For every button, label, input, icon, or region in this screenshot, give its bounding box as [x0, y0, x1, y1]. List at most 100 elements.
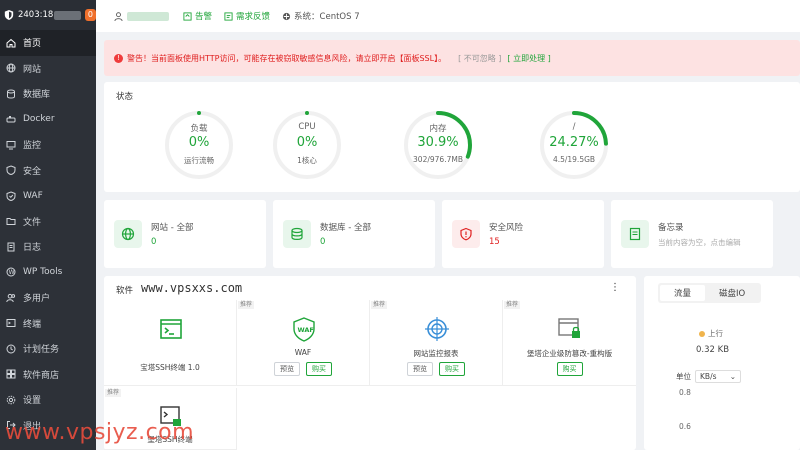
ip-redaction	[54, 10, 81, 20]
database-icon	[6, 89, 16, 99]
software-buttons: 预览 购买	[370, 362, 502, 376]
software-title: 软件	[116, 286, 134, 296]
gauge-2[interactable]: 内存 30.9% 302/976.7MB	[401, 108, 475, 182]
sidebar-item-7[interactable]: 文件	[0, 209, 96, 235]
top-bar: 告警 需求反馈 系统：CentOS 7	[96, 0, 800, 32]
gauge-value: 0%	[188, 135, 210, 150]
overview-value: 0	[151, 237, 157, 247]
alert-message: 警告！当前面板使用HTTP访问，可能存在被窃取敏感信息风险，请立即开启【面板SS…	[127, 53, 447, 63]
monitor-icon	[6, 140, 16, 150]
gauge-3[interactable]: / 24.27% 4.5/19.5GB	[537, 108, 611, 182]
http-warning-alert: ! 警告！当前面板使用HTTP访问，可能存在被窃取敏感信息风险，请立即开启【面板…	[104, 40, 800, 76]
sidebar-item-3[interactable]: Docker	[0, 107, 96, 133]
system-icon	[282, 12, 291, 20]
fix-now-link[interactable]: [ 立即处理 ]	[507, 53, 550, 64]
sidebar-item-label: 多用户	[23, 294, 51, 305]
recommend-tag: 推荐	[238, 301, 255, 309]
overview-tile-0[interactable]: 网站 - 全部 0	[104, 200, 266, 268]
software-item-0[interactable]: 宝塔SSH终端 1.0	[104, 300, 237, 386]
sidebar-header: 2403:18 0	[0, 0, 96, 30]
sidebar-item-8[interactable]: 日志	[0, 234, 96, 260]
axis-label: 0.8	[679, 388, 691, 397]
sidebar-item-5[interactable]: 安全	[0, 158, 96, 184]
globe-icon	[6, 63, 16, 73]
notification-badge[interactable]: 0	[84, 9, 96, 21]
overview-tile-2[interactable]: 安全风险 15	[442, 200, 604, 268]
legend-label: 上行	[708, 329, 723, 338]
system-info: 系统：CentOS 7	[282, 10, 360, 22]
sidebar-item-4[interactable]: 监控	[0, 132, 96, 158]
system-label: 系统：CentOS 7	[294, 12, 360, 22]
tab-traffic[interactable]: 流量	[660, 285, 706, 301]
waf-icon	[6, 191, 16, 201]
gauge-sub: 运行流畅	[184, 156, 214, 165]
docker-icon	[6, 114, 16, 124]
gauge-value: 24.27%	[549, 135, 599, 150]
software-icon	[558, 318, 580, 338]
alarm-label: 告警	[195, 12, 213, 22]
gauge-1[interactable]: CPU 0% 1核心	[270, 108, 344, 182]
sidebar-item-label: Docker	[23, 114, 55, 125]
tab-disk-io[interactable]: 磁盘IO	[705, 285, 759, 301]
sidebar-item-label: WP Tools	[23, 267, 63, 278]
overview-label: 备忘录	[658, 223, 684, 233]
software-buttons: 购买	[503, 362, 636, 376]
sidebar-item-2[interactable]: 数据库	[0, 81, 96, 107]
unit-select[interactable]: KB/s ⌄	[695, 370, 741, 383]
folder-icon	[6, 216, 16, 226]
globe-icon	[114, 220, 142, 248]
sidebar-item-13[interactable]: 软件商店	[0, 362, 96, 388]
unit-row: 单位 KB/s ⌄	[676, 370, 741, 383]
overview-label: 安全风险	[489, 223, 524, 233]
sidebar-item-label: 监控	[23, 141, 42, 152]
sidebar-item-label: 首页	[23, 39, 42, 50]
clock-icon	[6, 344, 16, 354]
alarm-link[interactable]: 告警	[183, 10, 212, 22]
buy-button[interactable]: 购买	[306, 362, 332, 376]
sidebar-item-11[interactable]: 终端	[0, 311, 96, 337]
sidebar-item-14[interactable]: 设置	[0, 387, 96, 413]
software-name: 宝塔SSH终端 1.0	[140, 363, 200, 372]
log-icon	[6, 242, 16, 252]
shield-alert-icon	[452, 220, 480, 248]
sidebar-item-10[interactable]: 多用户	[0, 285, 96, 311]
database-icon	[283, 220, 311, 248]
software-item-1[interactable]: 推荐 WAF WAF 预览 购买	[237, 300, 370, 386]
overview-tile-3[interactable]: 备忘录当前内容为空，点击编辑	[611, 200, 773, 268]
software-name: 堡塔企业级防篡改-重构版	[526, 349, 613, 358]
software-item-3[interactable]: 推荐 堡塔企业级防篡改-重构版 购买	[503, 300, 636, 386]
sidebar-item-9[interactable]: W WP Tools	[0, 260, 96, 286]
sidebar-item-label: 设置	[23, 396, 42, 407]
software-item-2[interactable]: 推荐 网站监控报表 预览 购买	[370, 300, 503, 386]
svg-text:WAF: WAF	[298, 326, 314, 334]
sidebar-item-label: 数据库	[23, 90, 51, 101]
buy-button[interactable]: 购买	[556, 362, 583, 376]
gauge-sub: 302/976.7MB	[413, 155, 463, 164]
buy-button[interactable]: 购买	[439, 362, 465, 376]
overview-sub: 当前内容为空，点击编辑	[658, 238, 741, 247]
sidebar-item-label: 软件商店	[23, 370, 60, 381]
unit-label: 单位	[676, 372, 691, 381]
software-name: 网站监控报表	[413, 349, 459, 358]
preview-button[interactable]: 预览	[274, 362, 300, 376]
preview-button[interactable]: 预览	[407, 362, 433, 376]
sidebar-item-12[interactable]: 计划任务	[0, 336, 96, 362]
sidebar-item-1[interactable]: 网站	[0, 56, 96, 82]
chevron-down-icon: ⌄	[729, 372, 736, 381]
axis-label: 0.6	[679, 422, 691, 431]
gauge-0[interactable]: 负载 0% 运行流畅	[162, 108, 236, 182]
svg-text:W: W	[9, 269, 15, 276]
feedback-link[interactable]: 需求反馈	[224, 10, 270, 22]
users-icon	[6, 293, 16, 303]
sidebar-item-0[interactable]: 首页	[0, 30, 96, 56]
gauge-label: 内存	[429, 124, 447, 134]
software-buttons: 预览 购买	[237, 362, 369, 376]
gauge-sub: 1核心	[297, 156, 317, 165]
upload-value: 0.32 KB	[696, 345, 730, 355]
sidebar-item-label: WAF	[23, 190, 43, 201]
user-icon	[114, 11, 123, 21]
recommend-tag: 推荐	[105, 389, 122, 397]
more-menu-icon[interactable]: ⋮	[610, 282, 620, 293]
overview-tile-1[interactable]: 数据库 - 全部 0	[273, 200, 435, 268]
sidebar-item-6[interactable]: WAF	[0, 183, 96, 209]
